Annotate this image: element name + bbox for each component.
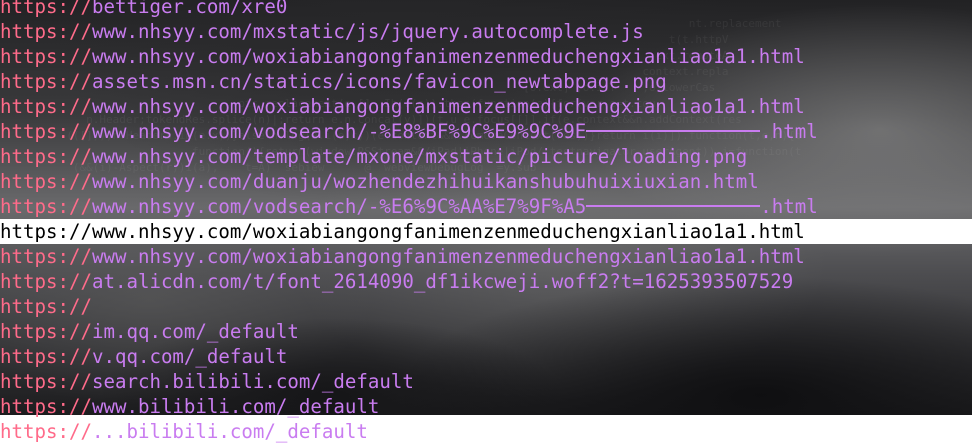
url-path: im.qq.com/_default [91,320,299,343]
output-line[interactable]: https://at.alicdn.com/t/font_2614090_df1… [0,269,972,294]
url-scheme: https:// [0,20,92,43]
url-scheme: https:// [0,270,92,293]
url-path: search.bilibili.com/_default [91,370,414,393]
url-scheme: https:// [0,195,92,218]
url-suffix: .html [760,195,818,218]
output-line[interactable]: https://www.nhsyy.com/duanju/wozhendezhi… [0,169,972,194]
output-line[interactable]: https://...bilibili.com/_default [0,419,972,444]
url-path: www.nhsyy.com/mxstatic/js/jquery.autocom… [91,20,644,43]
url-path: bettiger.com/xre0 [91,0,288,18]
url-scheme: https:// [0,295,92,318]
output-line[interactable]: https://www.nhsyy.com/woxiabiangongfanim… [0,44,972,69]
output-line[interactable]: https://www.nhsyy.com/vodsearch/-%E8%BF%… [0,119,972,144]
url-path: ...bilibili.com/_default [91,420,368,443]
output-line[interactable]: https://www.nhsyy.com/woxiabiangongfanim… [0,94,972,119]
url-path: www.nhsyy.com/vodsearch/-%E6%9C%AA%E7%9F… [91,195,587,218]
output-line[interactable]: https://www.nhsyy.com/mxstatic/js/jquery… [0,19,972,44]
output-line[interactable]: https://www.nhsyy.com/woxiabiangongfanim… [0,244,972,269]
url-path: www.nhsyy.com/template/mxone/mxstatic/pi… [91,145,748,168]
url-suffix: .html [760,120,818,143]
output-line[interactable]: https://bettiger.com/xre0 [0,0,972,19]
line-divider [586,195,761,218]
url-scheme: https:// [0,145,92,168]
output-line[interactable]: https://www.nhsyy.com/vodsearch/-%E6%9C%… [0,194,972,219]
url-path: www.nhsyy.com/vodsearch/-%E8%BF%9C%E9%9C… [91,120,587,143]
url-scheme: https:// [0,420,92,443]
output-line[interactable]: https://assets.msn.cn/statics/icons/favi… [0,69,972,94]
url-scheme: https:// [0,370,92,393]
output-line[interactable]: https:// [0,294,972,319]
url-scheme: https:// [0,345,92,368]
url-path: www.nhsyy.com/woxiabiangongfanimenzenmed… [91,45,805,68]
terminal-output: https://bettiger.com/xre0 https://www.nh… [0,0,972,444]
url-path: www.nhsyy.com/woxiabiangongfanimenzenmed… [91,245,805,268]
url-path: assets.msn.cn/statics/icons/favicon_newt… [91,70,667,93]
url-scheme: https:// [0,45,92,68]
output-line[interactable]: https://im.qq.com/_default [0,319,972,344]
output-line[interactable]: https://www.nhsyy.com/template/mxone/mxs… [0,144,972,169]
output-line[interactable]: https://www.bilibili.com/_default [0,394,972,419]
highlighted-output-line[interactable]: https://www.nhsyy.com/woxiabiangongfanim… [0,219,972,244]
url-path: www.nhsyy.com/woxiabiangongfanimenzenmed… [91,95,805,118]
url-path: at.alicdn.com/t/font_2614090_df1ikcweji.… [91,270,794,293]
url-scheme: https:// [0,0,92,18]
url-path: www.nhsyy.com/duanju/wozhendezhihuikansh… [91,170,759,193]
url-path: v.qq.com/_default [91,345,288,368]
url-scheme: https:// [0,170,92,193]
line-divider [586,120,761,143]
url-scheme: https:// [0,70,92,93]
output-line[interactable]: https://search.bilibili.com/_default [0,369,972,394]
url-scheme: https:// [0,120,92,143]
url-scheme: https:// [0,95,92,118]
url-scheme: https:// [0,245,92,268]
output-line[interactable]: https://v.qq.com/_default [0,344,972,369]
url-scheme: https:// [0,320,92,343]
url-scheme: https:// [0,220,92,243]
url-path: www.nhsyy.com/woxiabiangongfanimenzenmed… [91,220,805,243]
